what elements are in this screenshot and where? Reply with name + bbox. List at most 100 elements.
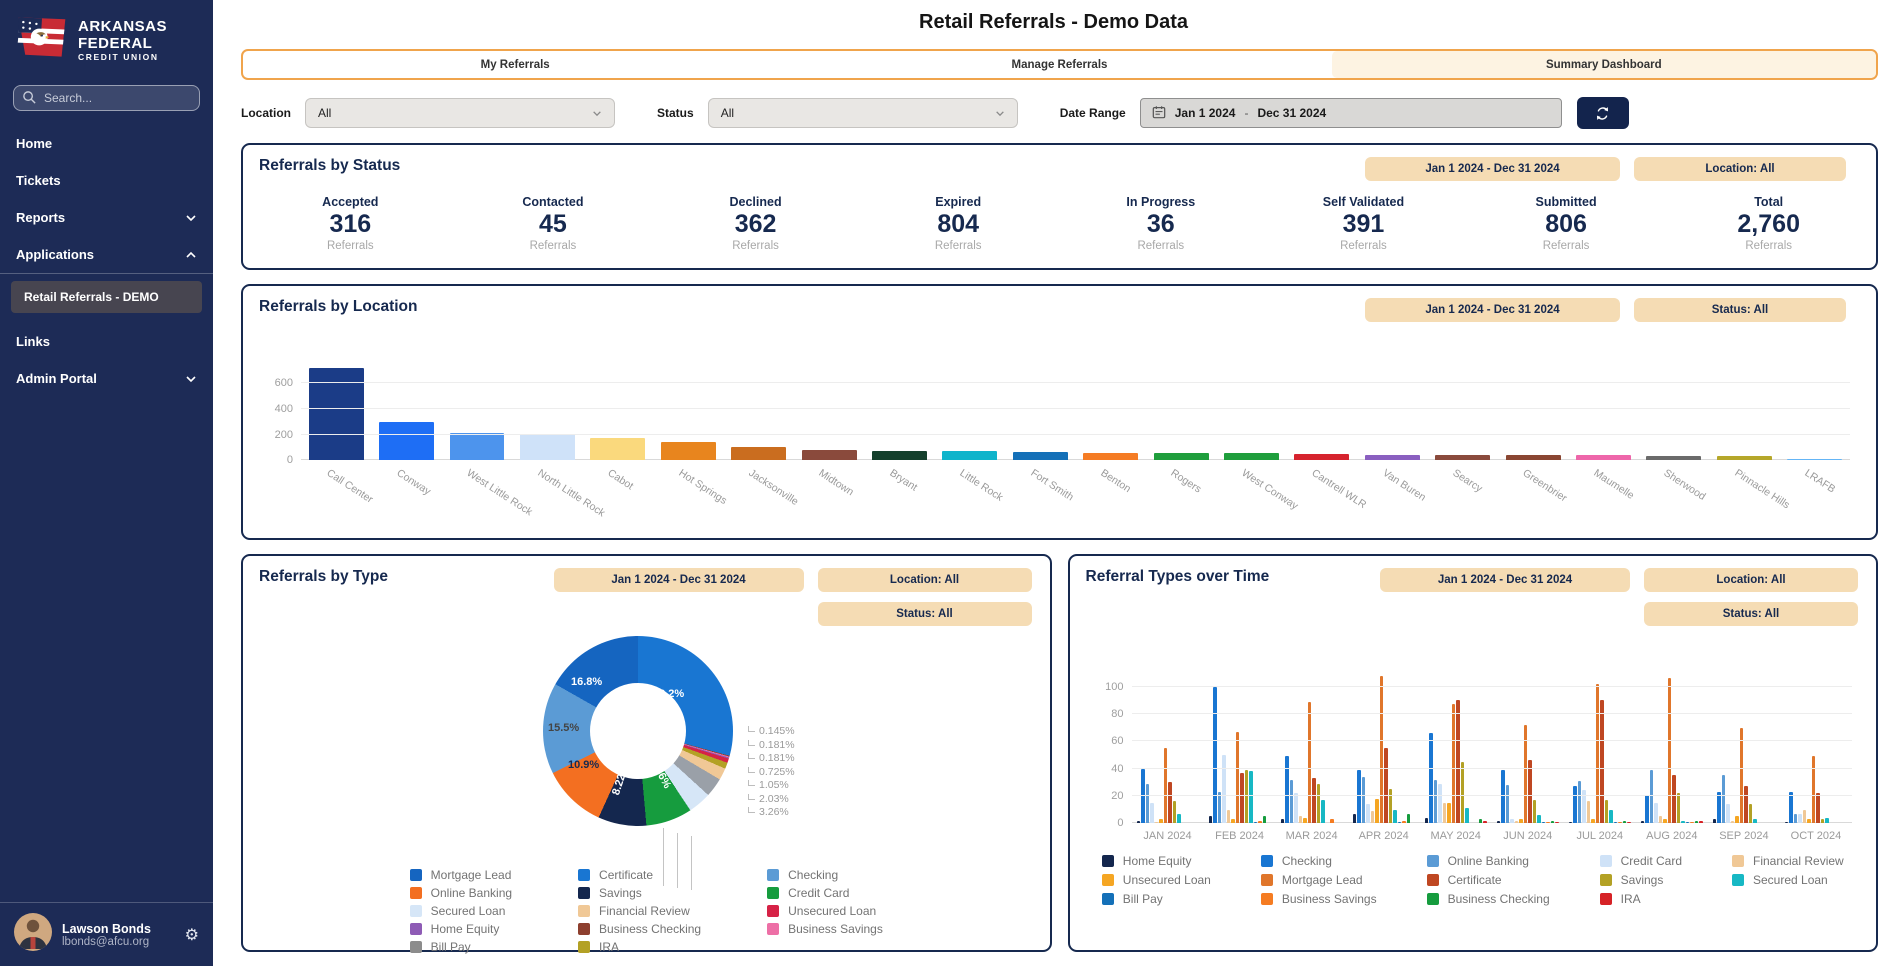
time-bar-chart: JAN 2024FEB 2024MAR 2024APR 2024MAY 2024… (1132, 670, 1853, 823)
time-series-bar (1330, 819, 1334, 823)
date-range-badge: Jan 1 2024 - Dec 31 2024 (1380, 568, 1630, 592)
time-series-bar (1231, 819, 1235, 823)
location-bar (590, 438, 645, 460)
location-bar (1083, 453, 1138, 461)
legend-swatch (410, 941, 422, 953)
month-axis-label: OCT 2024 (1791, 830, 1842, 842)
status-select[interactable]: All (708, 98, 1018, 128)
referrals-by-type-card: Referrals by Type Jan 1 2024 - Dec 31 20… (241, 554, 1052, 952)
user-name: Lawson Bonds (62, 922, 151, 936)
time-series-bar (1353, 814, 1357, 824)
sidebar-item-applications[interactable]: Applications (0, 236, 213, 273)
arkansas-flag-logo-icon (14, 14, 70, 65)
sidebar-item-home[interactable]: Home (0, 125, 213, 162)
location-bar (661, 442, 716, 461)
time-series-bar (1569, 822, 1573, 823)
location-bar-slot: Call Center (301, 364, 371, 460)
location-axis-label: Fort Smith (1028, 467, 1075, 503)
legend-label: Home Equity (1123, 854, 1192, 868)
legend-item: Checking (1261, 851, 1377, 870)
legend-swatch (578, 905, 590, 917)
sidebar-item-links[interactable]: Links (0, 323, 213, 360)
time-series-bar (1362, 777, 1366, 823)
status-stat-label: In Progress (1060, 195, 1263, 209)
tab-my-referrals[interactable]: My Referrals (243, 51, 787, 78)
legend-swatch (1102, 855, 1114, 867)
legend-swatch (1600, 874, 1612, 886)
time-series-bar (1821, 819, 1825, 823)
tab-manage-referrals[interactable]: Manage Referrals (787, 51, 1331, 78)
tab-summary-dashboard[interactable]: Summary Dashboard (1332, 51, 1876, 78)
location-bar (1646, 456, 1701, 460)
sidebar-item-admin-portal[interactable]: Admin Portal (0, 360, 213, 397)
time-series-bar (1740, 728, 1744, 824)
legend-swatch (1600, 855, 1612, 867)
status-stat-label: Accepted (249, 195, 452, 209)
location-bar (802, 450, 857, 460)
time-series-bar (1515, 821, 1519, 824)
legend-label: Online Banking (1448, 854, 1529, 868)
month-bar-group: MAR 2024 (1276, 670, 1348, 823)
time-series-bar (1501, 770, 1505, 823)
time-series-bar (1803, 810, 1807, 824)
y-axis-tick-label: 0 (261, 454, 293, 466)
location-bar (450, 433, 505, 461)
legend-swatch (767, 905, 779, 917)
time-series-bar (1533, 800, 1537, 823)
time-series-bar (1668, 678, 1672, 823)
time-series-bar (1393, 810, 1397, 824)
logo-line-1: ARKANSAS (78, 18, 167, 35)
month-bar-group: OCT 2024 (1780, 670, 1852, 823)
gridline (1132, 686, 1853, 687)
status-stat-sub: Referrals (1060, 240, 1263, 252)
location-filter-badge: Location: All (1634, 157, 1846, 181)
time-series-bar (1506, 785, 1510, 823)
location-select[interactable]: All (305, 98, 615, 128)
search-input[interactable] (13, 85, 200, 111)
legend-item: Secured Loan (1732, 870, 1844, 889)
gear-icon[interactable]: ⚙ (185, 925, 199, 945)
legend-swatch (1261, 874, 1273, 886)
time-series-bar (1663, 819, 1667, 823)
location-bars: Call CenterConwayWest Little RockNorth L… (301, 364, 1850, 460)
time-series-bar (1236, 732, 1240, 824)
location-axis-label: West Little Rock (465, 467, 535, 518)
sidebar-item-label: Admin Portal (16, 371, 97, 386)
legend-swatch (410, 905, 422, 917)
legend-label: Credit Card (788, 886, 849, 900)
card-title: Referrals by Status (259, 157, 400, 175)
time-series-bar (1290, 780, 1294, 824)
donut-percent-label: 16.8% (571, 676, 602, 688)
sidebar-item-tickets[interactable]: Tickets (0, 162, 213, 199)
location-axis-label: Cantrell WLR (1310, 467, 1369, 511)
month-bar-group: JUN 2024 (1492, 670, 1564, 823)
time-series-bar (1285, 756, 1289, 823)
sidebar-item-label: Reports (16, 210, 65, 225)
calendar-icon (1152, 105, 1166, 122)
date-range-input[interactable]: Jan 1 2024 - Dec 31 2024 (1140, 98, 1562, 128)
time-series-bar (1686, 822, 1690, 823)
time-series-bar (1600, 700, 1604, 823)
time-series-bar (1317, 784, 1321, 824)
status-stat-value: 2,760 (1667, 209, 1870, 240)
sidebar-item-retail-referrals-demo[interactable]: Retail Referrals - DEMO (11, 281, 202, 313)
legend-item: Online Banking (410, 884, 512, 902)
time-series-bar (1146, 784, 1150, 824)
location-bar-slot: Bryant (864, 364, 934, 460)
chevron-down-icon (185, 210, 197, 225)
sidebar-item-reports[interactable]: Reports (0, 199, 213, 236)
time-series-bar (1407, 814, 1411, 824)
time-series-bar (1744, 786, 1748, 823)
user-bar: Lawson Bonds lbonds@afcu.org ⚙ (0, 902, 213, 966)
month-axis-label: MAR 2024 (1286, 830, 1338, 842)
time-series-bar (1461, 762, 1465, 823)
refresh-button[interactable] (1577, 97, 1629, 129)
status-filter-badge: Status: All (1644, 602, 1858, 626)
legend-label: Certificate (599, 868, 653, 882)
time-series-bar (1429, 733, 1433, 823)
time-series-bar (1452, 704, 1456, 823)
leader-line (663, 828, 664, 886)
location-bar-slot: Fort Smith (1005, 364, 1075, 460)
time-series-bar (1699, 821, 1703, 824)
legend-label: Business Checking (599, 922, 701, 936)
